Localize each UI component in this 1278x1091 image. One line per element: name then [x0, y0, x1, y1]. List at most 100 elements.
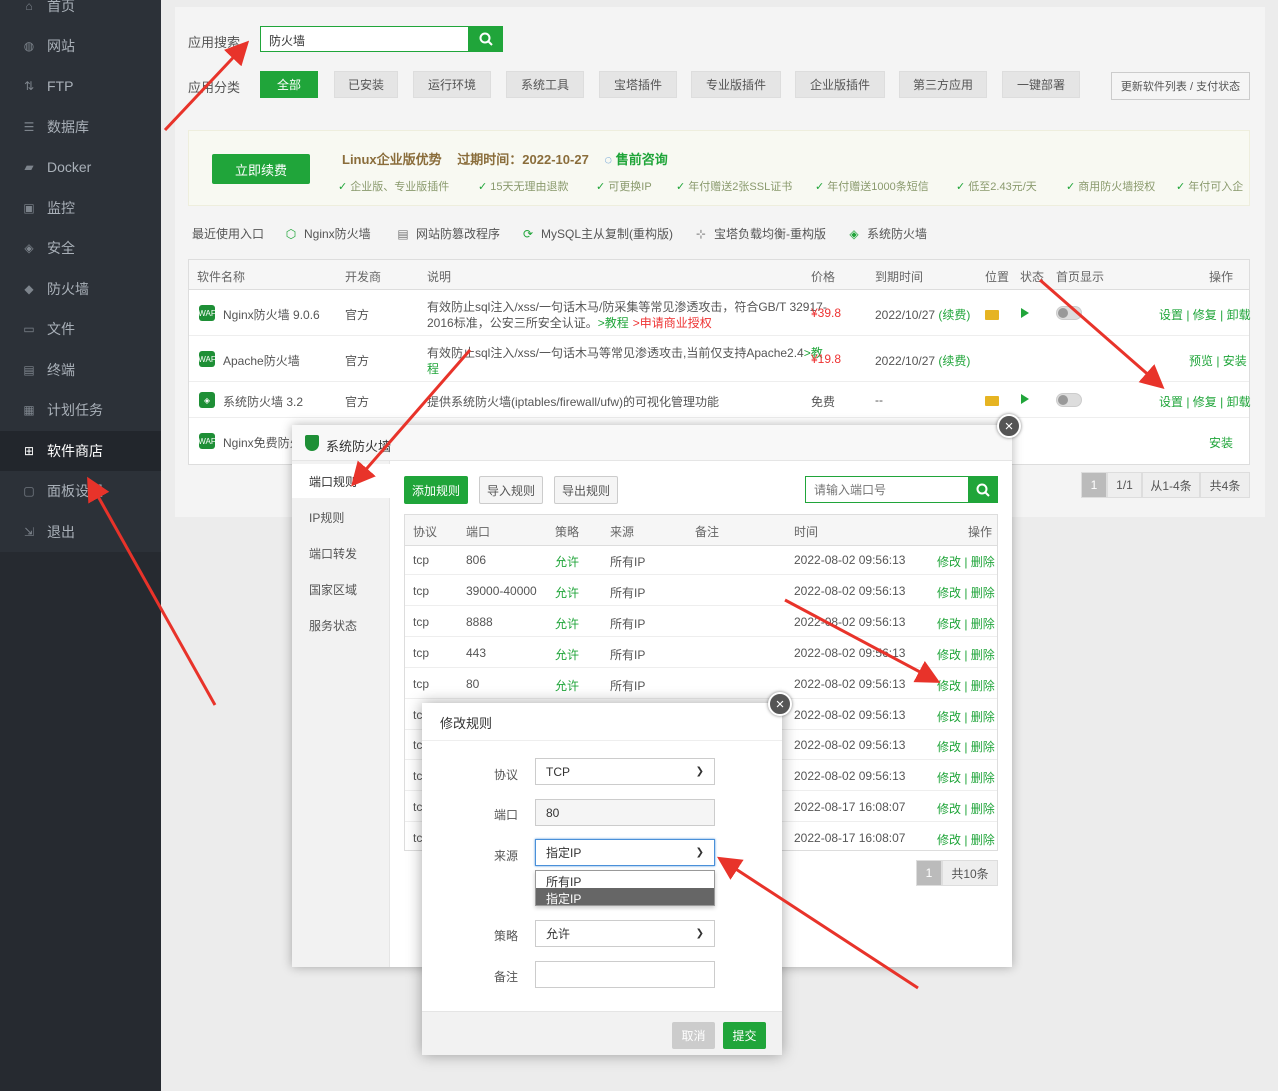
software-ops[interactable]: 预览 | 安装: [1189, 352, 1247, 369]
source-option-all-ip[interactable]: 所有IP: [536, 871, 714, 889]
sidebar-item-monitor[interactable]: ▣ 监控: [0, 188, 161, 228]
sidebar-item-software-store[interactable]: ⊞ 软件商店: [0, 431, 161, 471]
renew-button[interactable]: 立即续费: [212, 154, 310, 184]
sidebar-item-security[interactable]: ◈ 安全: [0, 228, 161, 268]
close-icon[interactable]: ×: [768, 692, 792, 716]
tab-ip-rules[interactable]: IP规则: [292, 500, 390, 534]
recent-item-mysql-replication[interactable]: ⟳ MySQL主从复制(重构版): [521, 225, 673, 242]
recent-item-tamper-proof[interactable]: ▤ 网站防篡改程序: [396, 225, 500, 242]
add-rule-button[interactable]: 添加规则: [404, 476, 468, 504]
search-icon: [479, 32, 493, 46]
tab-port-forward[interactable]: 端口转发: [292, 536, 390, 570]
sidebar-item-home[interactable]: ⌂ 首页: [0, 0, 161, 26]
running-status-icon[interactable]: [1021, 308, 1029, 318]
recent-item-system-firewall[interactable]: ◈ 系统防火墙: [847, 225, 927, 242]
export-rules-button[interactable]: 导出规则: [554, 476, 618, 504]
search-input[interactable]: 防火墙: [260, 26, 469, 52]
rule-ops[interactable]: 修改 | 删除: [937, 677, 995, 694]
sidebar-item-cron[interactable]: ▦ 计划任务: [0, 390, 161, 430]
category-runtime[interactable]: 运行环境: [413, 71, 491, 98]
software-expiry: --: [875, 393, 883, 407]
policy-select[interactable]: 允许 ❯: [535, 920, 715, 947]
rule-ops[interactable]: 修改 | 删除: [937, 584, 995, 601]
rule-time: 2022-08-02 09:56:13: [794, 708, 906, 722]
tab-service-status[interactable]: 服务状态: [292, 608, 390, 642]
source-select[interactable]: 指定IP ❯: [535, 839, 715, 866]
promo-feature: 商用防火墙授权: [1066, 178, 1155, 194]
enterprise-promo: [188, 130, 1250, 206]
port-search-button[interactable]: [968, 476, 998, 503]
waf-shield-icon: WAF: [198, 433, 216, 449]
folder-icon[interactable]: [985, 396, 999, 406]
homepage-toggle[interactable]: [1056, 393, 1082, 407]
sidebar-item-logout[interactable]: ⇲ 退出: [0, 512, 161, 552]
rule-ops[interactable]: 修改 | 删除: [937, 553, 995, 570]
search-button[interactable]: [468, 26, 503, 52]
import-rules-button[interactable]: 导入规则: [479, 476, 543, 504]
rule-ops[interactable]: 修改 | 删除: [937, 738, 995, 755]
sidebar-item-label: 文件: [47, 321, 75, 337]
note-input[interactable]: [535, 961, 715, 988]
page-current[interactable]: 1: [1081, 472, 1107, 498]
sidebar-item-docker[interactable]: ▰ Docker: [0, 147, 161, 187]
terminal-icon: ▤: [23, 363, 35, 377]
port-field[interactable]: 80: [535, 799, 715, 826]
protocol-select[interactable]: TCP ❯: [535, 758, 715, 785]
sidebar-item-website[interactable]: ◍ 网站: [0, 26, 161, 66]
recent-item-load-balance[interactable]: ⊹ 宝塔负载均衡-重构版: [694, 225, 826, 242]
category-one-click[interactable]: 一键部署: [1002, 71, 1080, 98]
category-enterprise-plugins[interactable]: 企业版插件: [795, 71, 885, 98]
folder-icon[interactable]: [985, 310, 999, 320]
tutorial-link[interactable]: 程: [427, 360, 439, 377]
rule-ops[interactable]: 修改 | 删除: [937, 646, 995, 663]
sidebar-item-ftp[interactable]: ⇅ FTP: [0, 66, 161, 106]
col-homepage: 首页显示: [1056, 270, 1105, 284]
homepage-toggle[interactable]: [1056, 306, 1082, 320]
rule-ops[interactable]: 修改 | 删除: [937, 769, 995, 786]
presale-consult-link[interactable]: 售前咨询: [616, 152, 668, 167]
rule-ops[interactable]: 修改 | 删除: [937, 708, 995, 725]
cancel-button[interactable]: 取消: [672, 1022, 715, 1049]
category-third-party[interactable]: 第三方应用: [899, 71, 987, 98]
submit-button[interactable]: 提交: [723, 1022, 766, 1049]
running-status-icon[interactable]: [1021, 394, 1029, 404]
port-value: 80: [546, 805, 560, 820]
rule-ops[interactable]: 修改 | 删除: [937, 800, 995, 817]
software-ops[interactable]: 设置 | 修复 | 卸载: [1159, 306, 1251, 323]
category-installed[interactable]: 已安装: [334, 71, 398, 98]
rules-page-current[interactable]: 1: [916, 860, 942, 886]
desc-text: 有效防止sql注入/xss/一句话木马等常见渗透攻击,当前仅支持Apache2.…: [427, 346, 804, 360]
col-status: 状态: [1020, 270, 1045, 284]
tab-country-region[interactable]: 国家区域: [292, 572, 390, 606]
search-icon: [976, 483, 990, 497]
license-link[interactable]: >申请商业授权: [633, 316, 712, 330]
sidebar-item-database[interactable]: ☰ 数据库: [0, 107, 161, 147]
renew-link[interactable]: (续费): [938, 308, 970, 322]
update-software-list-button[interactable]: 更新软件列表 / 支付状态: [1111, 72, 1250, 100]
tab-port-rules[interactable]: 端口规则: [292, 464, 390, 498]
port-search-input[interactable]: [805, 476, 969, 503]
recent-item-nginx-waf[interactable]: ⬡ Nginx防火墙: [284, 225, 371, 242]
close-icon[interactable]: ×: [997, 414, 1021, 438]
sidebar-item-firewall[interactable]: ◆ 防火墙: [0, 269, 161, 309]
category-all[interactable]: 全部: [260, 71, 318, 98]
tutorial-link[interactable]: >教程: [598, 316, 629, 330]
sync-icon: ⟳: [522, 226, 534, 241]
col-vendor: 开发商: [345, 270, 382, 284]
source-option-specified-ip[interactable]: 指定IP: [536, 888, 714, 906]
sidebar-item-terminal[interactable]: ▤ 终端: [0, 350, 161, 390]
monitor-icon: ▣: [23, 201, 35, 215]
rule-ops[interactable]: 修改 | 删除: [937, 831, 995, 848]
sidebar-item-panel-settings[interactable]: ▢ 面板设置: [0, 471, 161, 511]
category-system-tools[interactable]: 系统工具: [506, 71, 584, 98]
category-bt-plugins[interactable]: 宝塔插件: [599, 71, 677, 98]
sidebar-item-files[interactable]: ▭ 文件: [0, 309, 161, 349]
table-row: tcp 39000-40000 允许 所有IP 2022-08-02 09:56:13 修…: [405, 575, 997, 606]
sidebar-item-label: 安全: [47, 240, 75, 256]
rule-ops[interactable]: 修改 | 删除: [937, 615, 995, 632]
renew-link[interactable]: (续费): [938, 354, 970, 368]
dialog-header: 系统防火墙: [292, 425, 1012, 461]
category-pro-plugins[interactable]: 专业版插件: [691, 71, 781, 98]
software-ops[interactable]: 设置 | 修复 | 卸载: [1159, 393, 1251, 410]
software-ops[interactable]: 安装: [1209, 434, 1233, 451]
